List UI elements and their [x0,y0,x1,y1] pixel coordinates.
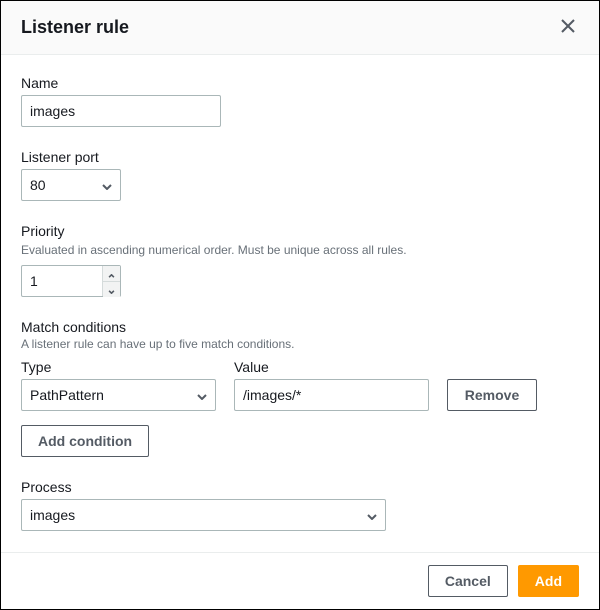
name-field: Name [21,75,579,127]
condition-value-col: Value [234,359,429,411]
condition-value-label: Value [234,359,429,375]
condition-row: Type PathPattern Value Remove [21,359,579,411]
chevron-down-icon [108,282,115,297]
add-button[interactable]: Add [518,565,579,597]
process-select[interactable]: images [21,499,386,531]
listener-port-value: 80 [30,177,46,193]
condition-type-select[interactable]: PathPattern [21,379,216,411]
process-field: Process images [21,479,579,531]
condition-type-col: Type PathPattern [21,359,216,411]
chevron-up-icon [108,266,115,281]
name-input[interactable] [21,95,221,127]
listener-port-label: Listener port [21,149,579,165]
close-button[interactable] [557,15,579,40]
priority-field: Priority Evaluated in ascending numerica… [21,223,579,297]
dialog-content: Name Listener port 80 Priority Evaluated… [1,55,599,552]
dialog-header: Listener rule [1,1,599,55]
listener-port-field: Listener port 80 [21,149,579,201]
dialog-footer: Cancel Add [1,552,599,609]
chevron-down-icon [367,507,377,523]
condition-remove-col: Remove [447,379,537,411]
listener-rule-dialog: Listener rule Name Listener port 80 Prio… [0,0,600,610]
priority-help: Evaluated in ascending numerical order. … [21,243,579,257]
chevron-down-icon [197,387,207,403]
priority-step-down[interactable] [103,282,120,297]
condition-type-label: Type [21,359,216,375]
add-condition-button[interactable]: Add condition [21,425,149,457]
process-value: images [30,507,75,523]
priority-spin [102,266,120,296]
condition-value-input[interactable] [234,379,429,411]
priority-step-up[interactable] [103,266,120,282]
condition-type-value: PathPattern [30,387,104,403]
match-conditions-title: Match conditions [21,319,579,335]
process-label: Process [21,479,579,495]
chevron-down-icon [102,177,112,193]
match-conditions-help: A listener rule can have up to five matc… [21,337,579,351]
name-label: Name [21,75,579,91]
match-conditions-section: Match conditions A listener rule can hav… [21,319,579,457]
dialog-title: Listener rule [21,17,129,38]
remove-condition-button[interactable]: Remove [447,379,537,411]
priority-label: Priority [21,223,579,239]
listener-port-select[interactable]: 80 [21,169,121,201]
close-icon [561,19,575,36]
priority-stepper [21,265,121,297]
cancel-button[interactable]: Cancel [428,565,508,597]
